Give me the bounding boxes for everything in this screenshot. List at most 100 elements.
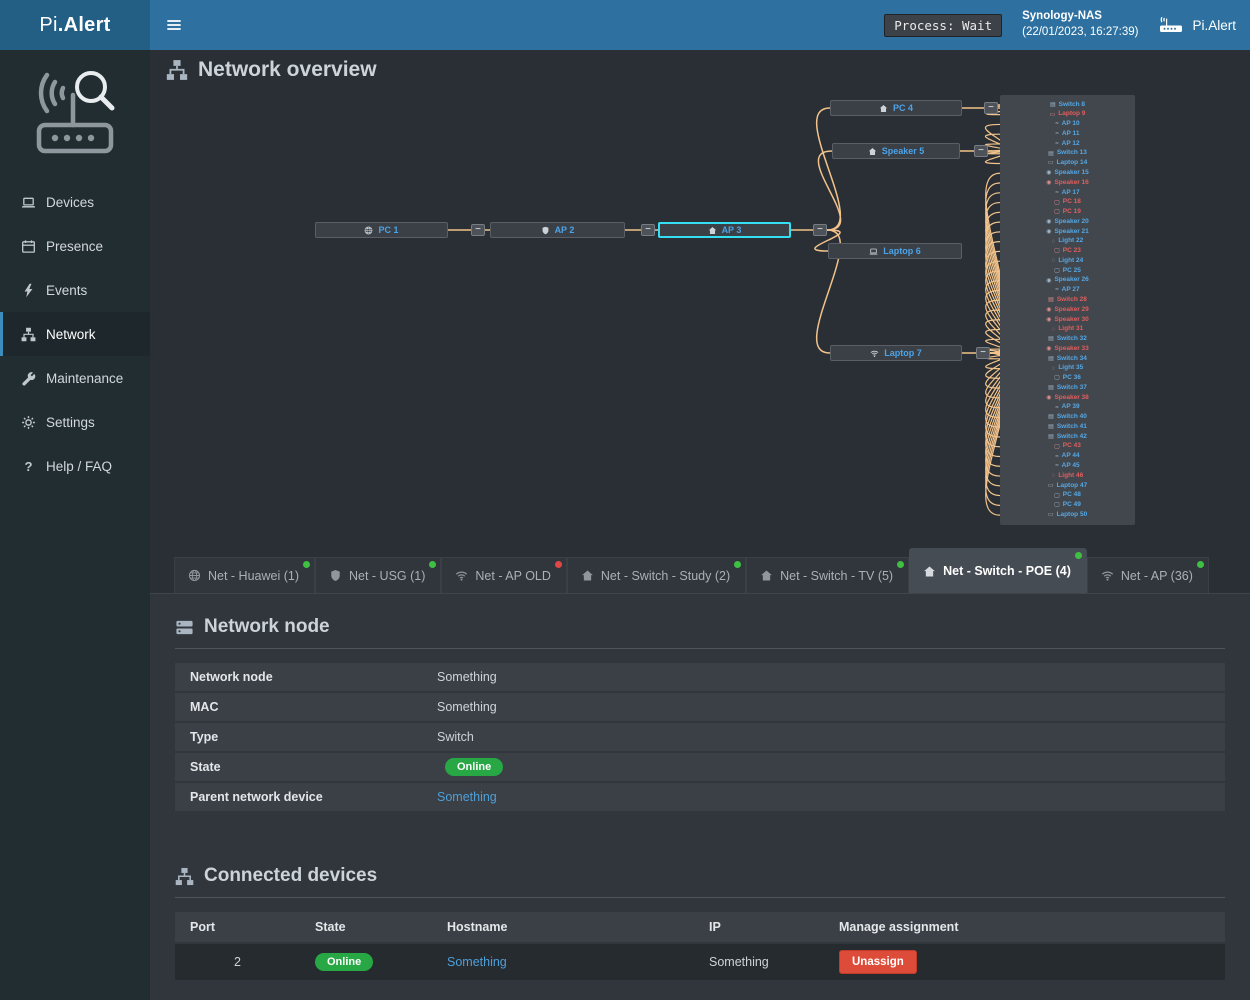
device-list-item[interactable]: ▭Laptop 50 xyxy=(1004,510,1131,520)
host-name: Synology-NAS xyxy=(1022,9,1138,25)
device-list-item[interactable]: ▤Switch 32 xyxy=(1004,334,1131,344)
device-list-item[interactable]: ≈AP 11 xyxy=(1004,129,1131,139)
device-list-item[interactable]: ◉Speaker 38 xyxy=(1004,393,1131,403)
device-list-item[interactable]: ◌Light 22 xyxy=(1004,237,1131,247)
tab-net-switch-tv-5[interactable]: Net - Switch - TV (5) xyxy=(746,557,909,593)
sidebar-item-help[interactable]: ? Help / FAQ xyxy=(0,444,150,488)
info-value: Online xyxy=(437,758,1225,776)
diagram-node-laptop-7[interactable]: Laptop 7 xyxy=(830,345,962,361)
hostname-link[interactable]: Something xyxy=(447,955,507,969)
device-name: Laptop 50 xyxy=(1056,512,1087,519)
device-list-item[interactable]: ≈AP 12 xyxy=(1004,139,1131,149)
device-type-icon: ▤ xyxy=(1048,297,1054,303)
device-list-item[interactable]: ▢PC 25 xyxy=(1004,266,1131,276)
device-list-item[interactable]: ◌Light 31 xyxy=(1004,325,1131,335)
device-list-item[interactable]: ▤Switch 37 xyxy=(1004,383,1131,393)
tab-net-ap-36[interactable]: Net - AP (36) xyxy=(1087,557,1209,593)
diagram-node-ap-2[interactable]: AP 2 xyxy=(490,222,625,238)
diagram-node-speaker-5[interactable]: Speaker 5 xyxy=(832,143,960,159)
app-identity[interactable]: Pi.Alert xyxy=(1158,16,1236,34)
diagram-node-laptop-6[interactable]: Laptop 6 xyxy=(828,243,962,259)
device-list-item[interactable]: ▤Switch 41 xyxy=(1004,422,1131,432)
device-list-item[interactable]: ◉Speaker 15 xyxy=(1004,168,1131,178)
device-list-item[interactable]: ≈AP 27 xyxy=(1004,286,1131,296)
device-list-item[interactable]: ◌Light 24 xyxy=(1004,256,1131,266)
device-list-item[interactable]: ▭Laptop 47 xyxy=(1004,481,1131,491)
diagram-node-pc-4[interactable]: PC 4 xyxy=(830,100,962,116)
device-list-item[interactable]: ≈AP 45 xyxy=(1004,461,1131,471)
collapse-toggle[interactable]: − xyxy=(471,224,485,236)
device-list-item[interactable]: ≈AP 17 xyxy=(1004,188,1131,198)
unassign-button[interactable]: Unassign xyxy=(839,950,917,974)
wifi-icon xyxy=(455,569,468,582)
parent-device-link[interactable]: Something xyxy=(437,790,497,804)
sidebar-item-presence[interactable]: Presence xyxy=(0,224,150,268)
device-list-item[interactable]: ◉Speaker 16 xyxy=(1004,178,1131,188)
device-list-item[interactable]: ▢PC 43 xyxy=(1004,442,1131,452)
collapse-toggle[interactable]: − xyxy=(976,347,990,359)
tab-net-huawei-1[interactable]: Net - Huawei (1) xyxy=(174,557,315,593)
device-list-item[interactable]: ◉Speaker 20 xyxy=(1004,217,1131,227)
device-list-item[interactable]: ◉Speaker 26 xyxy=(1004,276,1131,286)
device-type-icon: ◉ xyxy=(1046,307,1051,313)
device-list-item[interactable]: ▤Switch 13 xyxy=(1004,149,1131,159)
device-type-icon: ▢ xyxy=(1054,200,1060,206)
device-type-icon: ▤ xyxy=(1048,151,1054,157)
app-name: Pi.Alert xyxy=(1192,18,1236,33)
device-list-item[interactable]: ▭Laptop 14 xyxy=(1004,159,1131,169)
collapse-toggle[interactable]: − xyxy=(984,102,998,114)
device-list-item[interactable]: ◉Speaker 29 xyxy=(1004,305,1131,315)
device-list-item[interactable]: ▢PC 48 xyxy=(1004,491,1131,501)
diagram-node-ap-3[interactable]: AP 3 xyxy=(658,222,791,238)
device-list-item[interactable]: ▤Switch 42 xyxy=(1004,432,1131,442)
network-node-title: Network node xyxy=(175,616,1225,638)
network-node-table: Network nodeSomethingMACSomethingTypeSwi… xyxy=(175,663,1225,811)
device-list-item[interactable]: ▤Switch 34 xyxy=(1004,354,1131,364)
device-list-item[interactable]: ▤Switch 8 xyxy=(1004,100,1131,110)
device-list-item[interactable]: ▢PC 36 xyxy=(1004,373,1131,383)
collapse-toggle[interactable]: − xyxy=(974,145,988,157)
brand-logo[interactable]: Pi.Alert xyxy=(0,0,150,50)
device-list-item[interactable]: ▭Laptop 9 xyxy=(1004,110,1131,120)
collapse-toggle[interactable]: − xyxy=(813,224,827,236)
info-row: StateOnline xyxy=(175,753,1225,781)
device-list-item[interactable]: ▤Switch 40 xyxy=(1004,413,1131,423)
device-list-item[interactable]: ▢PC 18 xyxy=(1004,198,1131,208)
divider xyxy=(175,897,1225,898)
tab-net-usg-1[interactable]: Net - USG (1) xyxy=(315,557,441,593)
device-type-icon: ◌ xyxy=(1052,327,1056,333)
sidebar-item-settings[interactable]: Settings xyxy=(0,400,150,444)
device-list-item[interactable]: ▢PC 49 xyxy=(1004,500,1131,510)
tab-net-switch-study-2[interactable]: Net - Switch - Study (2) xyxy=(567,557,746,593)
sidebar-item-label: Maintenance xyxy=(46,371,123,386)
device-list-item[interactable]: ≈AP 44 xyxy=(1004,452,1131,462)
device-type-icon: ▤ xyxy=(1048,336,1054,342)
device-list-item[interactable]: ◌Light 35 xyxy=(1004,364,1131,374)
device-list-item[interactable]: ≈AP 10 xyxy=(1004,120,1131,130)
device-list-item[interactable]: ◉Speaker 30 xyxy=(1004,315,1131,325)
device-name: Speaker 15 xyxy=(1054,170,1088,177)
device-list-item[interactable]: ◌Light 46 xyxy=(1004,471,1131,481)
device-list-item[interactable]: ≈AP 39 xyxy=(1004,403,1131,413)
tab-net-switch-poe-4[interactable]: Net - Switch - POE (4) xyxy=(909,548,1087,593)
device-list-item[interactable]: ◉Speaker 33 xyxy=(1004,344,1131,354)
diagram-node-pc-1[interactable]: PC 1 xyxy=(315,222,448,238)
device-list-item[interactable]: ▢PC 23 xyxy=(1004,247,1131,257)
device-list-item[interactable]: ▢PC 19 xyxy=(1004,207,1131,217)
sidebar-item-network[interactable]: Network xyxy=(0,312,150,356)
device-type-icon: ◉ xyxy=(1046,170,1051,176)
sidebar-item-maintenance[interactable]: Maintenance xyxy=(0,356,150,400)
device-name: Laptop 9 xyxy=(1058,111,1085,118)
collapse-toggle[interactable]: − xyxy=(641,224,655,236)
page-title: Network overview xyxy=(166,58,377,82)
shield-icon xyxy=(329,569,342,582)
sidebar-toggle[interactable] xyxy=(150,17,198,33)
device-list-item[interactable]: ▤Switch 28 xyxy=(1004,295,1131,305)
device-list-item[interactable]: ◉Speaker 21 xyxy=(1004,227,1131,237)
sidebar-item-devices[interactable]: Devices xyxy=(0,180,150,224)
sidebar-item-events[interactable]: Events xyxy=(0,268,150,312)
tab-net-ap-old[interactable]: Net - AP OLD xyxy=(441,557,567,593)
node-label: Laptop 7 xyxy=(884,348,922,358)
device-name: Speaker 29 xyxy=(1054,307,1088,314)
bolt-icon xyxy=(21,283,36,298)
